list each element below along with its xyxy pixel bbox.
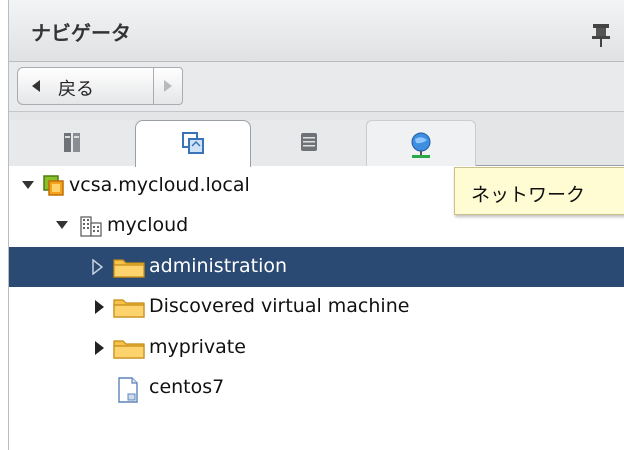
- expanded-triangle-icon[interactable]: [55, 219, 69, 231]
- back-button[interactable]: 戻る: [17, 67, 153, 105]
- tree-node-folder[interactable]: myprivate: [9, 328, 624, 368]
- collapsed-triangle-icon[interactable]: [93, 299, 105, 315]
- tree-node-label: mycloud: [107, 214, 189, 236]
- collapsed-triangle-icon[interactable]: [91, 259, 103, 275]
- pin-icon[interactable]: [591, 22, 611, 48]
- triangle-left-icon: [32, 80, 40, 92]
- tree-node-label: Discovered virtual machine: [149, 295, 410, 317]
- tree-node-label: vcsa.mycloud.local: [69, 174, 250, 196]
- expanded-triangle-icon[interactable]: [21, 179, 35, 191]
- tree-node-label: administration: [149, 255, 288, 277]
- tab-vms-templates[interactable]: [135, 120, 251, 167]
- tree-node-vm[interactable]: centos7: [9, 368, 624, 408]
- navigation-toolbar: 戻る: [9, 62, 624, 112]
- vms-templates-icon: [182, 132, 204, 154]
- back-label: 戻る: [58, 79, 94, 100]
- triangle-right-icon: [164, 80, 172, 92]
- tree-node-folder[interactable]: Discovered virtual machine: [9, 287, 624, 327]
- datacenter-icon: [80, 216, 102, 237]
- vcenter-icon: [43, 175, 64, 196]
- navigator-panel: ナビゲータ 戻る vcsa.mycloud.local mycloud admi…: [8, 0, 624, 450]
- panel-title: ナビゲータ: [31, 21, 131, 45]
- tree-node-folder-selected[interactable]: administration: [9, 247, 624, 287]
- tree-node-label: myprivate: [149, 336, 246, 358]
- folder-icon: [113, 340, 145, 359]
- forward-button[interactable]: [153, 67, 183, 105]
- folder-icon: [113, 299, 145, 318]
- collapsed-triangle-icon[interactable]: [93, 340, 105, 356]
- tooltip-text: ネットワーク: [471, 184, 586, 206]
- panel-header: ナビゲータ: [9, 0, 624, 62]
- storage-icon: [300, 133, 317, 151]
- vm-icon: [118, 377, 138, 403]
- tab-hosts-clusters[interactable]: [9, 120, 135, 166]
- folder-icon: [113, 259, 145, 278]
- networking-icon: [411, 132, 431, 158]
- hosts-clusters-icon: [64, 133, 80, 152]
- tab-networking[interactable]: [366, 120, 476, 166]
- tree-node-label: centos7: [149, 376, 225, 398]
- tab-storage[interactable]: [251, 120, 366, 166]
- tab-tooltip: ネットワーク: [454, 167, 624, 215]
- inventory-tabs: [9, 112, 624, 167]
